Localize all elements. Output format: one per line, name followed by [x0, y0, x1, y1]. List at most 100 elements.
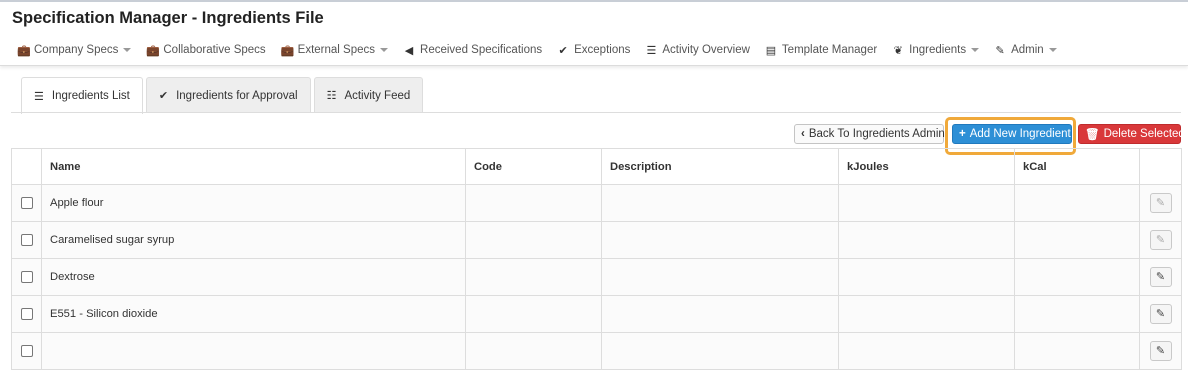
row-actions-cell: ✎: [1139, 332, 1182, 370]
nav-item-label: Admin: [1011, 44, 1044, 56]
cell-description: [601, 258, 839, 296]
nav-item-external-specs[interactable]: 💼 External Specs: [280, 44, 389, 57]
cell-code: [465, 258, 602, 296]
row-checkbox[interactable]: [20, 345, 33, 358]
row-checkbox[interactable]: [20, 308, 33, 321]
column-header-name[interactable]: Name: [41, 148, 466, 185]
cell-name: Apple flour: [41, 184, 466, 222]
cell-kcal: [1014, 295, 1140, 333]
table-row: Apple flour ✎: [11, 184, 1182, 222]
nav-item-label: Activity Overview: [662, 44, 750, 56]
edit-pencil-icon[interactable]: ✎: [1149, 193, 1172, 213]
row-select-cell: [11, 258, 42, 296]
cell-description: [601, 332, 839, 370]
cell-description: [601, 184, 839, 222]
tab-bar: ☰ Ingredients List ✔ Ingredients for App…: [21, 77, 426, 114]
list-icon: ☰: [646, 44, 657, 57]
cell-code: [465, 295, 602, 333]
column-header-description[interactable]: Description: [601, 148, 839, 185]
nav-item-label: External Specs: [297, 44, 376, 56]
nav-item-label: Ingredients: [909, 44, 967, 56]
nav-item-ingredients[interactable]: ❦ Ingredients: [892, 44, 980, 57]
caret-down-icon: [123, 48, 132, 52]
nav-item-received-specifications[interactable]: ◀ Received Specifications: [403, 44, 542, 57]
chevron-left-icon: ‹: [801, 128, 805, 140]
row-actions-cell: ✎: [1139, 184, 1182, 222]
delete-selected-button[interactable]: 🗑 Delete Selected: [1078, 124, 1185, 144]
table-row: ✎: [11, 332, 1182, 370]
column-header-kjoules[interactable]: kJoules: [838, 148, 1015, 185]
cell-kjoules: [838, 258, 1015, 296]
briefcase-icon: 💼: [17, 44, 31, 57]
cell-kjoules: [838, 332, 1015, 370]
column-header-kcal[interactable]: kCal: [1014, 148, 1140, 185]
column-header-code[interactable]: Code: [465, 148, 602, 185]
app-header: Specification Manager - Ingredients File…: [0, 2, 1188, 66]
cell-kcal: [1014, 221, 1140, 259]
briefcase-icon: 💼: [280, 44, 295, 57]
nav-item-collaborative-specs[interactable]: 💼 Collaborative Specs: [146, 44, 265, 57]
row-checkbox[interactable]: [20, 234, 33, 247]
edit-pencil-icon[interactable]: ✎: [1149, 230, 1172, 250]
table-row: Dextrose ✎: [11, 258, 1182, 296]
row-checkbox[interactable]: [20, 197, 33, 210]
delete-button-label: Delete Selected: [1103, 128, 1185, 140]
tab-label: Activity Feed: [344, 89, 411, 102]
caret-down-icon: [380, 48, 389, 52]
cell-name: Dextrose: [41, 258, 466, 296]
edit-pencil-icon[interactable]: ✎: [1149, 304, 1172, 324]
cell-name: [41, 332, 466, 370]
nav-item-company-specs[interactable]: 💼 Company Specs: [17, 44, 132, 57]
tab-label: Ingredients List: [51, 90, 130, 102]
nav-item-admin[interactable]: ✎ Admin: [994, 44, 1057, 57]
table-header-row: Name Code Description kJoules kCal: [11, 148, 1182, 185]
back-to-ingredients-admin-button[interactable]: ‹ Back To Ingredients Admin: [794, 124, 945, 144]
cell-code: [465, 184, 602, 222]
edit-pencil-icon[interactable]: ✎: [1149, 267, 1172, 287]
cell-description: [601, 221, 839, 259]
wrench-icon: ✎: [995, 44, 1005, 57]
tab-ingredients-for-approval[interactable]: ✔ Ingredients for Approval: [145, 77, 311, 113]
row-checkbox[interactable]: [20, 271, 33, 284]
list-icon: ☰: [34, 90, 44, 103]
nav-item-label: Exceptions: [574, 44, 631, 56]
column-header-actions: [1139, 148, 1182, 185]
nav-item-label: Company Specs: [34, 44, 119, 56]
cell-code: [465, 332, 602, 370]
cell-code: [465, 221, 602, 259]
cell-kjoules: [838, 221, 1015, 259]
leaf-icon: ❦: [893, 44, 903, 57]
feed-icon: ☷: [326, 90, 337, 102]
cell-description: [601, 295, 839, 333]
caret-down-icon: [1048, 48, 1057, 52]
cell-name: E551 - Silicon dioxide: [41, 295, 466, 333]
tab-label: Ingredients for Approval: [176, 89, 298, 102]
main-nav: 💼 Company Specs 💼 Collaborative Specs 💼 …: [17, 42, 1072, 58]
cell-name: Caramelised sugar syrup: [41, 221, 466, 259]
back-button-label: Back To Ingredients Admin: [808, 128, 945, 140]
cell-kjoules: [838, 295, 1015, 333]
add-new-ingredient-button[interactable]: + Add New Ingredient: [952, 124, 1072, 144]
nav-item-label: Collaborative Specs: [163, 44, 266, 56]
check-circle-icon: ✔: [558, 44, 568, 57]
caret-down-icon: [971, 48, 980, 52]
tab-activity-feed[interactable]: ☷ Activity Feed: [313, 77, 424, 113]
row-actions-cell: ✎: [1139, 258, 1182, 296]
tab-ingredients-list[interactable]: ☰ Ingredients List: [21, 77, 143, 114]
row-select-cell: [11, 295, 42, 333]
cell-kcal: [1014, 258, 1140, 296]
nav-item-template-manager[interactable]: ▤ Template Manager: [765, 44, 877, 57]
row-actions-cell: ✎: [1139, 295, 1182, 333]
document-icon: ▤: [765, 44, 777, 57]
nav-item-label: Received Specifications: [420, 44, 543, 56]
row-select-cell: [11, 332, 42, 370]
nav-item-label: Template Manager: [781, 44, 878, 56]
table-row: E551 - Silicon dioxide ✎: [11, 295, 1182, 333]
edit-pencil-icon[interactable]: ✎: [1149, 341, 1172, 361]
cell-kjoules: [838, 184, 1015, 222]
nav-item-activity-overview[interactable]: ☰ Activity Overview: [645, 44, 750, 57]
row-select-cell: [11, 221, 42, 259]
nav-item-exceptions[interactable]: ✔ Exceptions: [557, 44, 631, 57]
plus-icon: +: [959, 128, 966, 140]
briefcase-icon: 💼: [146, 44, 161, 57]
